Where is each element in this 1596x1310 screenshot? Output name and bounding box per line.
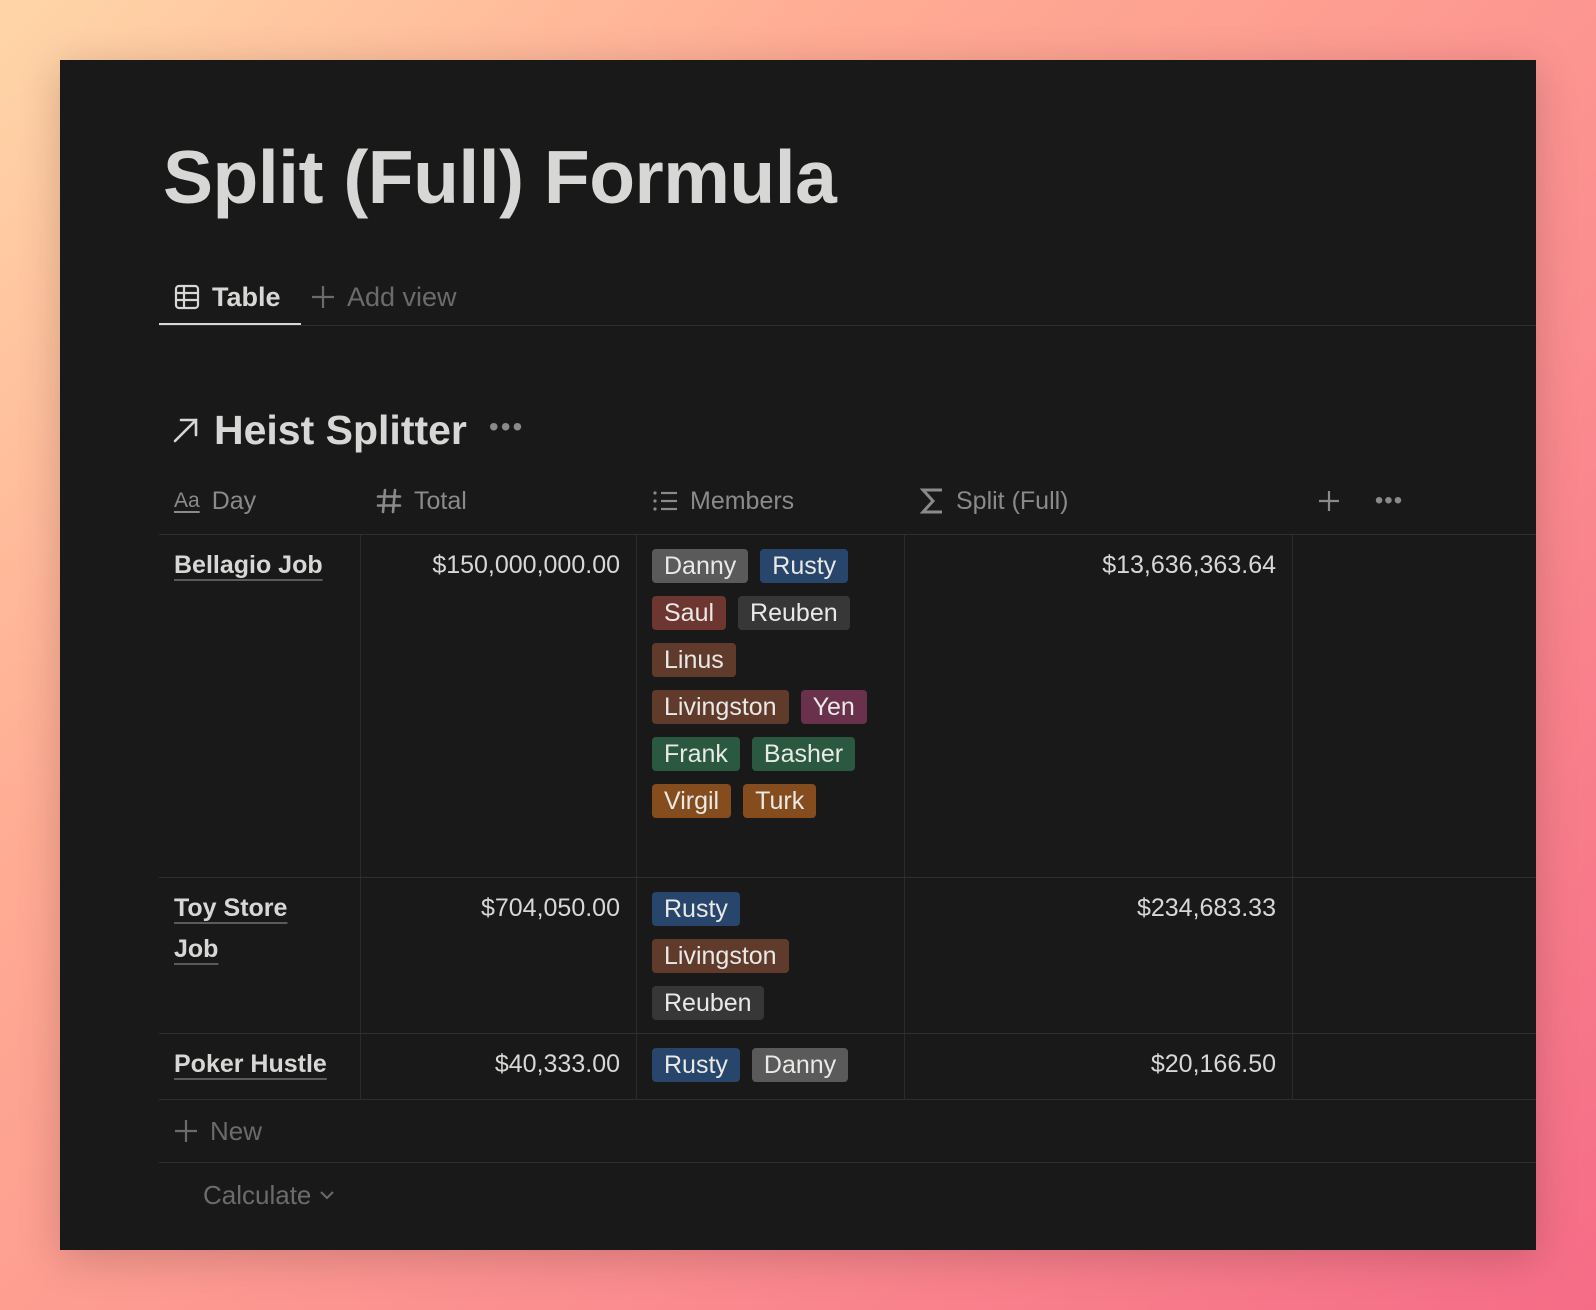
column-header-members[interactable]: Members [637, 468, 905, 534]
view-tabbar: Table Add view [159, 268, 1536, 386]
member-tag[interactable]: Turk [743, 784, 817, 818]
new-row-label: New [210, 1115, 263, 1146]
cell-members[interactable]: Rusty Livingston Reuben [637, 878, 905, 1033]
tab-table[interactable]: Table [159, 268, 301, 326]
total-value: $40,333.00 [494, 1050, 620, 1078]
member-tag[interactable]: Reuben [738, 596, 850, 630]
table-row[interactable]: Toy Store Job $704,050.00 Rusty Livingst… [159, 878, 1536, 1034]
member-tag[interactable]: Rusty [652, 1048, 740, 1082]
hash-icon [376, 488, 402, 514]
table-row[interactable]: Poker Hustle $40,333.00 Rusty Danny $20,… [159, 1034, 1536, 1100]
member-tag[interactable]: Saul [652, 596, 727, 630]
column-header-total[interactable]: Total [361, 468, 637, 534]
total-value: $150,000,000.00 [432, 551, 620, 579]
member-tags: Danny Rusty Saul Reuben Linus Livingston… [652, 545, 877, 818]
member-tag[interactable]: Reuben [652, 986, 764, 1020]
member-tag[interactable]: Frank [652, 737, 740, 771]
member-tag[interactable]: Rusty [652, 892, 740, 926]
member-tags: Rusty Livingston Reuben [652, 888, 877, 1020]
cell-members[interactable]: Danny Rusty Saul Reuben Linus Livingston… [637, 535, 905, 877]
member-tag[interactable]: Basher [751, 737, 856, 771]
split-value: $234,683.33 [1136, 894, 1276, 922]
plus-icon [311, 285, 335, 309]
cell-day[interactable]: Toy Store Job [159, 878, 361, 1033]
split-value: $13,636,363.64 [1102, 551, 1276, 579]
calculate-button[interactable]: Calculate [159, 1163, 1536, 1227]
column-header-day[interactable]: Aa Day [159, 468, 361, 534]
add-view-label: Add view [347, 281, 457, 312]
new-row-button[interactable]: New [159, 1100, 1536, 1163]
calculate-label: Calculate [203, 1179, 312, 1210]
ellipsis-icon[interactable]: ••• [489, 411, 524, 443]
member-tag[interactable]: Danny [652, 549, 749, 583]
column-label-total: Total [414, 486, 467, 515]
cell-split[interactable]: $234,683.33 [905, 878, 1293, 1033]
column-options-button[interactable]: ••• [1369, 468, 1409, 534]
column-label-day: Day [211, 486, 257, 515]
add-column-button[interactable] [1309, 468, 1349, 534]
cell-split[interactable]: $13,636,363.64 [905, 535, 1293, 877]
database-title[interactable]: Heist Splitter [214, 407, 467, 454]
table-icon [174, 284, 200, 310]
member-tag[interactable]: Livingston [652, 939, 789, 973]
cell-day[interactable]: Bellagio Job [159, 535, 361, 877]
database-table: Aa Day Total Members Split (Full) ••• Be… [159, 468, 1536, 1227]
row-title[interactable]: Poker Hustle [174, 1044, 344, 1085]
total-value: $704,050.00 [480, 894, 620, 922]
page-title: Split (Full) Formula [163, 135, 837, 219]
split-value: $20,166.50 [1150, 1050, 1276, 1078]
row-title[interactable]: Bellagio Job [174, 545, 344, 586]
sigma-icon [920, 487, 944, 515]
column-label-split: Split (Full) [956, 486, 1069, 515]
member-tag[interactable]: Livingston [652, 690, 789, 724]
member-tag[interactable]: Danny [751, 1048, 849, 1082]
column-header-split[interactable]: Split (Full) [905, 468, 1293, 534]
member-tag[interactable]: Virgil [652, 784, 732, 818]
database-header: Heist Splitter ••• [172, 400, 524, 460]
column-label-members: Members [690, 486, 795, 515]
member-tag[interactable]: Linus [652, 643, 736, 677]
plus-icon [1318, 490, 1340, 512]
notion-window: Split (Full) Formula Table Add view Heis… [60, 60, 1536, 1250]
arrow-up-right-icon[interactable] [172, 416, 200, 444]
list-icon [652, 489, 678, 513]
tab-table-label: Table [212, 281, 281, 312]
row-title[interactable]: Toy Store Job [174, 888, 304, 970]
member-tags: Rusty Danny [652, 1044, 877, 1082]
member-tag[interactable]: Rusty [760, 549, 849, 583]
chevron-down-icon [319, 1189, 335, 1201]
tabbar-divider [159, 325, 1536, 326]
plus-icon [174, 1119, 198, 1143]
ellipsis-icon: ••• [1374, 487, 1404, 514]
cell-members[interactable]: Rusty Danny [637, 1034, 905, 1099]
cell-day[interactable]: Poker Hustle [159, 1034, 361, 1099]
text-aa-icon: Aa [174, 489, 200, 512]
cell-total[interactable]: $150,000,000.00 [361, 535, 637, 877]
cell-split[interactable]: $20,166.50 [905, 1034, 1293, 1099]
table-row[interactable]: Bellagio Job $150,000,000.00 Danny Rusty… [159, 535, 1536, 878]
table-header: Aa Day Total Members Split (Full) ••• [159, 468, 1536, 535]
cell-total[interactable]: $40,333.00 [361, 1034, 637, 1099]
member-tag[interactable]: Yen [800, 690, 867, 724]
add-view-button[interactable]: Add view [311, 268, 457, 326]
cell-total[interactable]: $704,050.00 [361, 878, 637, 1033]
